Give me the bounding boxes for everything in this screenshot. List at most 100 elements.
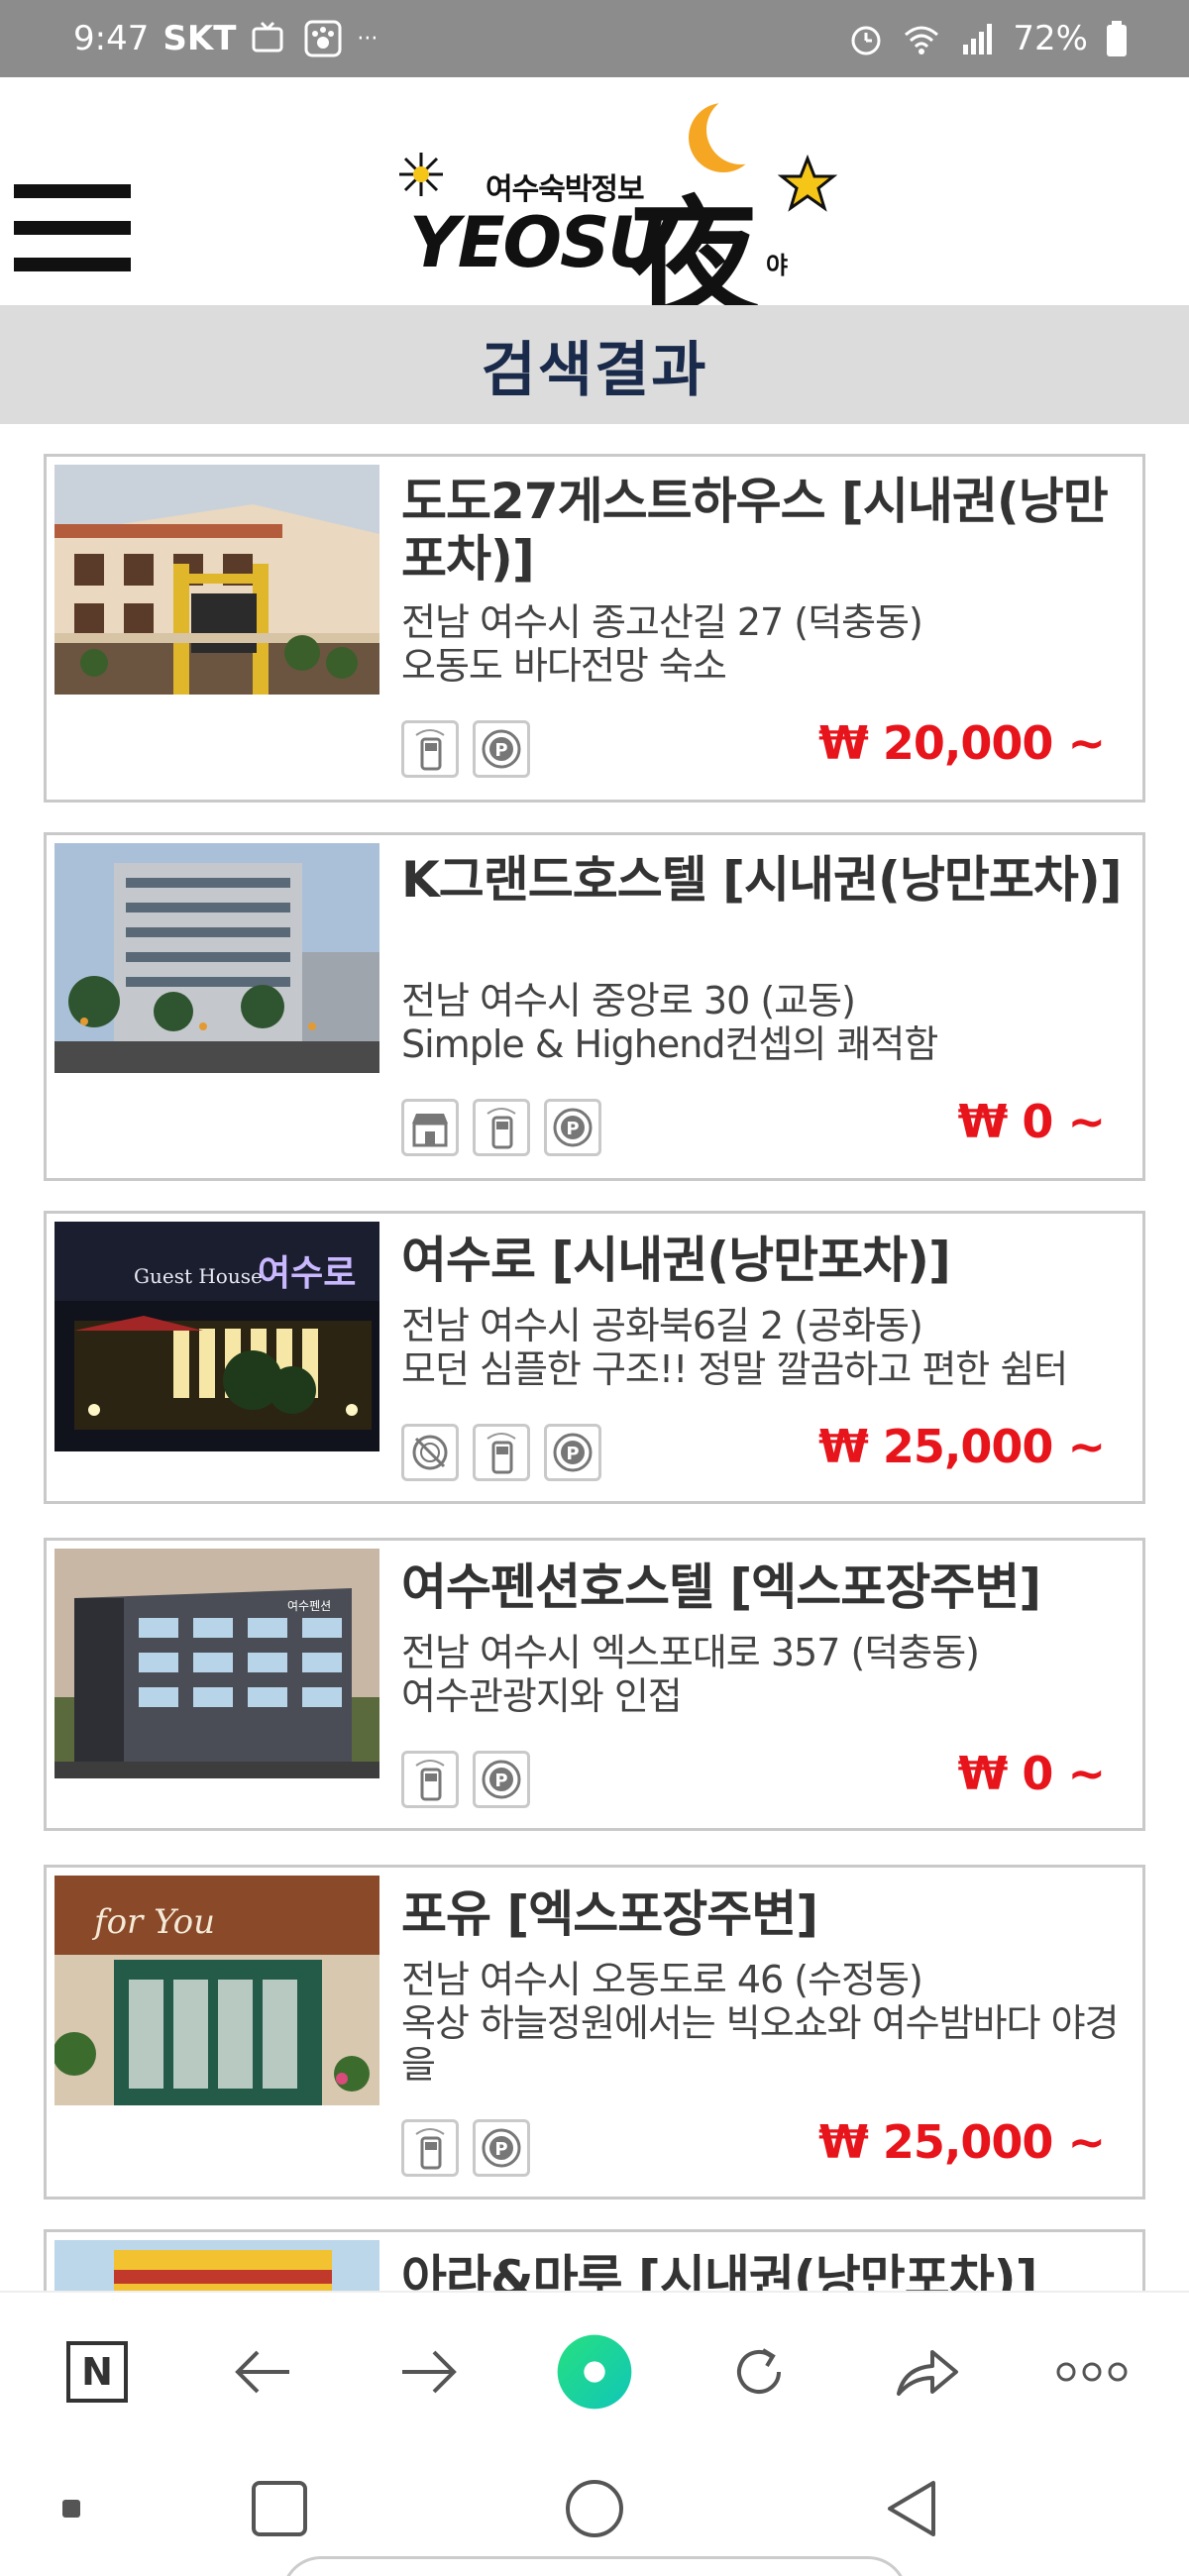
parking-icon: P (473, 720, 530, 778)
battery-percent: 72% (1013, 19, 1088, 58)
green-dot-button[interactable] (555, 2332, 634, 2412)
status-more-notifications: ··· (357, 26, 378, 52)
listing-card[interactable]: K그랜드호스텔 [시내권(낭만포차)] 전남 여수시 중앙로 30 (교동) S… (44, 832, 1145, 1181)
svg-text:P: P (494, 1771, 507, 1791)
listing-description: Simple & Highend컨셉의 쾌적함 (401, 1022, 938, 1066)
logo-ya: 야 (766, 252, 789, 279)
status-time: 9:47 (73, 19, 150, 58)
svg-text:P: P (566, 1119, 579, 1139)
listing-address: 전남 여수시 엑스포대로 357 (덕충동) (401, 1631, 980, 1674)
page-title-bar: 검색결과 (0, 305, 1189, 424)
listing-card[interactable]: for You 포유 [엑스포장주변] 전남 여수시 오동도로 46 (수정동)… (44, 1865, 1145, 2200)
listing-thumbnail[interactable]: 여수펜션 (54, 1549, 379, 1778)
parking-icon: P (544, 1424, 601, 1481)
listing-price: ₩ 0 ~ (957, 1747, 1106, 1800)
parking-icon: P (473, 1751, 530, 1808)
parking-icon: P (544, 1099, 601, 1156)
listing-title[interactable]: 여수펜션호스텔 [엑스포장주변] (401, 1558, 1135, 1616)
listing-description: 여수관광지와 인접 (401, 1674, 683, 1718)
listing-title[interactable]: 포유 [엑스포장주변] (401, 1885, 1135, 1943)
listing-thumbnail[interactable] (54, 465, 379, 695)
svg-text:P: P (566, 1444, 579, 1464)
arrow-left-icon (235, 2350, 289, 2394)
more-dots-icon (1056, 2362, 1128, 2382)
listing-card[interactable]: 도도27게스트하우스 [시내권(낭만포차)] 전남 여수시 종고산길 27 (덕… (44, 454, 1145, 803)
gesture-handle[interactable] (281, 2556, 908, 2576)
phone-icon (401, 2119, 459, 2177)
share-button[interactable] (888, 2332, 967, 2412)
listing-price: ₩ 25,000 ~ (818, 1420, 1106, 1473)
refresh-button[interactable] (719, 2332, 799, 2412)
parking-icon: P (473, 2119, 530, 2177)
listing-title[interactable]: K그랜드호스텔 [시내권(낭만포차)] (401, 851, 1135, 909)
listing-address: 전남 여수시 중앙로 30 (교동) (401, 979, 856, 1022)
signal-icon (963, 24, 993, 54)
listing-address: 전남 여수시 오동도로 46 (수정동) (401, 1958, 923, 2001)
naver-home-button[interactable]: N (57, 2332, 137, 2412)
phone-icon (473, 1099, 530, 1156)
system-navigation-bar (0, 2439, 1189, 2576)
back-button[interactable] (224, 2332, 303, 2412)
green-dot-icon (557, 2334, 632, 2410)
listing-features: P (401, 1751, 530, 1808)
alarm-icon (851, 26, 881, 55)
listing-features: P (401, 2119, 530, 2177)
circle-icon (566, 2480, 623, 2537)
status-bar: 9:47 SKT ··· 72% (0, 0, 1189, 77)
listing-title[interactable]: 도도27게스트하우스 [시내권(낭만포차)] (401, 473, 1135, 588)
logo-yeosu: YEOSU (409, 202, 664, 283)
listing-thumbnail[interactable]: for You (54, 1876, 379, 2105)
thumb-sign-text: 여수로 (258, 1253, 356, 1294)
listing-address: 전남 여수시 공화북6길 2 (공화동) (401, 1304, 923, 1347)
triangle-back-icon (888, 2481, 935, 2536)
phone-icon (473, 1424, 530, 1481)
phone-icon (401, 1751, 459, 1808)
listing-description: 모던 심플한 구조!! 정말 깔끔하고 편한 쉼터 (401, 1347, 1068, 1391)
star-icon (778, 155, 837, 212)
listing-description: 오동도 바다전망 숙소 (401, 644, 727, 688)
listing-price: ₩ 0 ~ (957, 1095, 1106, 1148)
page-title: 검색결과 (481, 335, 708, 405)
square-icon (252, 2481, 307, 2536)
shop-icon (401, 1099, 459, 1156)
listing-price: ₩ 25,000 ~ (818, 2115, 1106, 2169)
listing-card[interactable]: Guest House 여수로 여수로 [시내권(낭만포차)] 전남 여수시 공… (44, 1211, 1145, 1504)
listing-title[interactable]: 여수로 [시내권(낭만포차)] (401, 1232, 1135, 1289)
naver-n-icon: N (66, 2341, 128, 2403)
recent-apps-button[interactable] (240, 2469, 319, 2548)
arrow-right-icon (402, 2350, 457, 2394)
svg-text:P: P (494, 2139, 507, 2160)
thumb-sign-text: Guest House (134, 1264, 263, 1288)
nav-dot-button[interactable] (32, 2469, 111, 2548)
thumb-sign-text: for You (91, 1902, 215, 1942)
listing-features: P (401, 1424, 601, 1481)
listing-description: 옥상 하늘정원에서는 빅오쇼와 여수밤바다 야경을 (401, 2001, 1120, 2087)
wifi-icon (905, 26, 939, 54)
listing-price: ₩ 20,000 ~ (818, 716, 1106, 770)
system-back-button[interactable] (872, 2469, 951, 2548)
svg-text:P: P (494, 740, 507, 761)
listing-thumbnail[interactable]: Guest House 여수로 (54, 1222, 379, 1451)
thumb-sign-text: 여수펜션 (287, 1599, 331, 1613)
small-square-icon (62, 2500, 80, 2518)
share-arrow-icon (897, 2350, 958, 2396)
site-logo[interactable]: 여수숙박정보 YEOSU 夜 야 (391, 95, 837, 334)
phone-icon (401, 720, 459, 778)
listing-features: P (401, 1099, 601, 1156)
listing-card[interactable]: 여수펜션 여수펜션호스텔 [엑스포장주변] 전남 여수시 엑스포대로 357 (… (44, 1538, 1145, 1831)
listing-address: 전남 여수시 종고산길 27 (덕충동) (401, 600, 923, 644)
forward-button[interactable] (388, 2332, 468, 2412)
listing-thumbnail[interactable] (54, 843, 379, 1073)
menu-hamburger-icon[interactable] (14, 184, 131, 271)
home-button[interactable] (555, 2469, 634, 2548)
listing-features: P (401, 720, 530, 778)
battery-icon (1107, 21, 1127, 56)
refresh-icon (737, 2348, 781, 2394)
paw-notification-icon (304, 20, 342, 57)
no-food-icon (401, 1424, 459, 1481)
status-carrier: SKT (162, 19, 237, 58)
browser-toolbar: N (0, 2291, 1189, 2439)
sparkle-icon (399, 153, 443, 196)
more-button[interactable] (1052, 2332, 1132, 2412)
site-header: 여수숙박정보 YEOSU 夜 야 (0, 77, 1189, 334)
